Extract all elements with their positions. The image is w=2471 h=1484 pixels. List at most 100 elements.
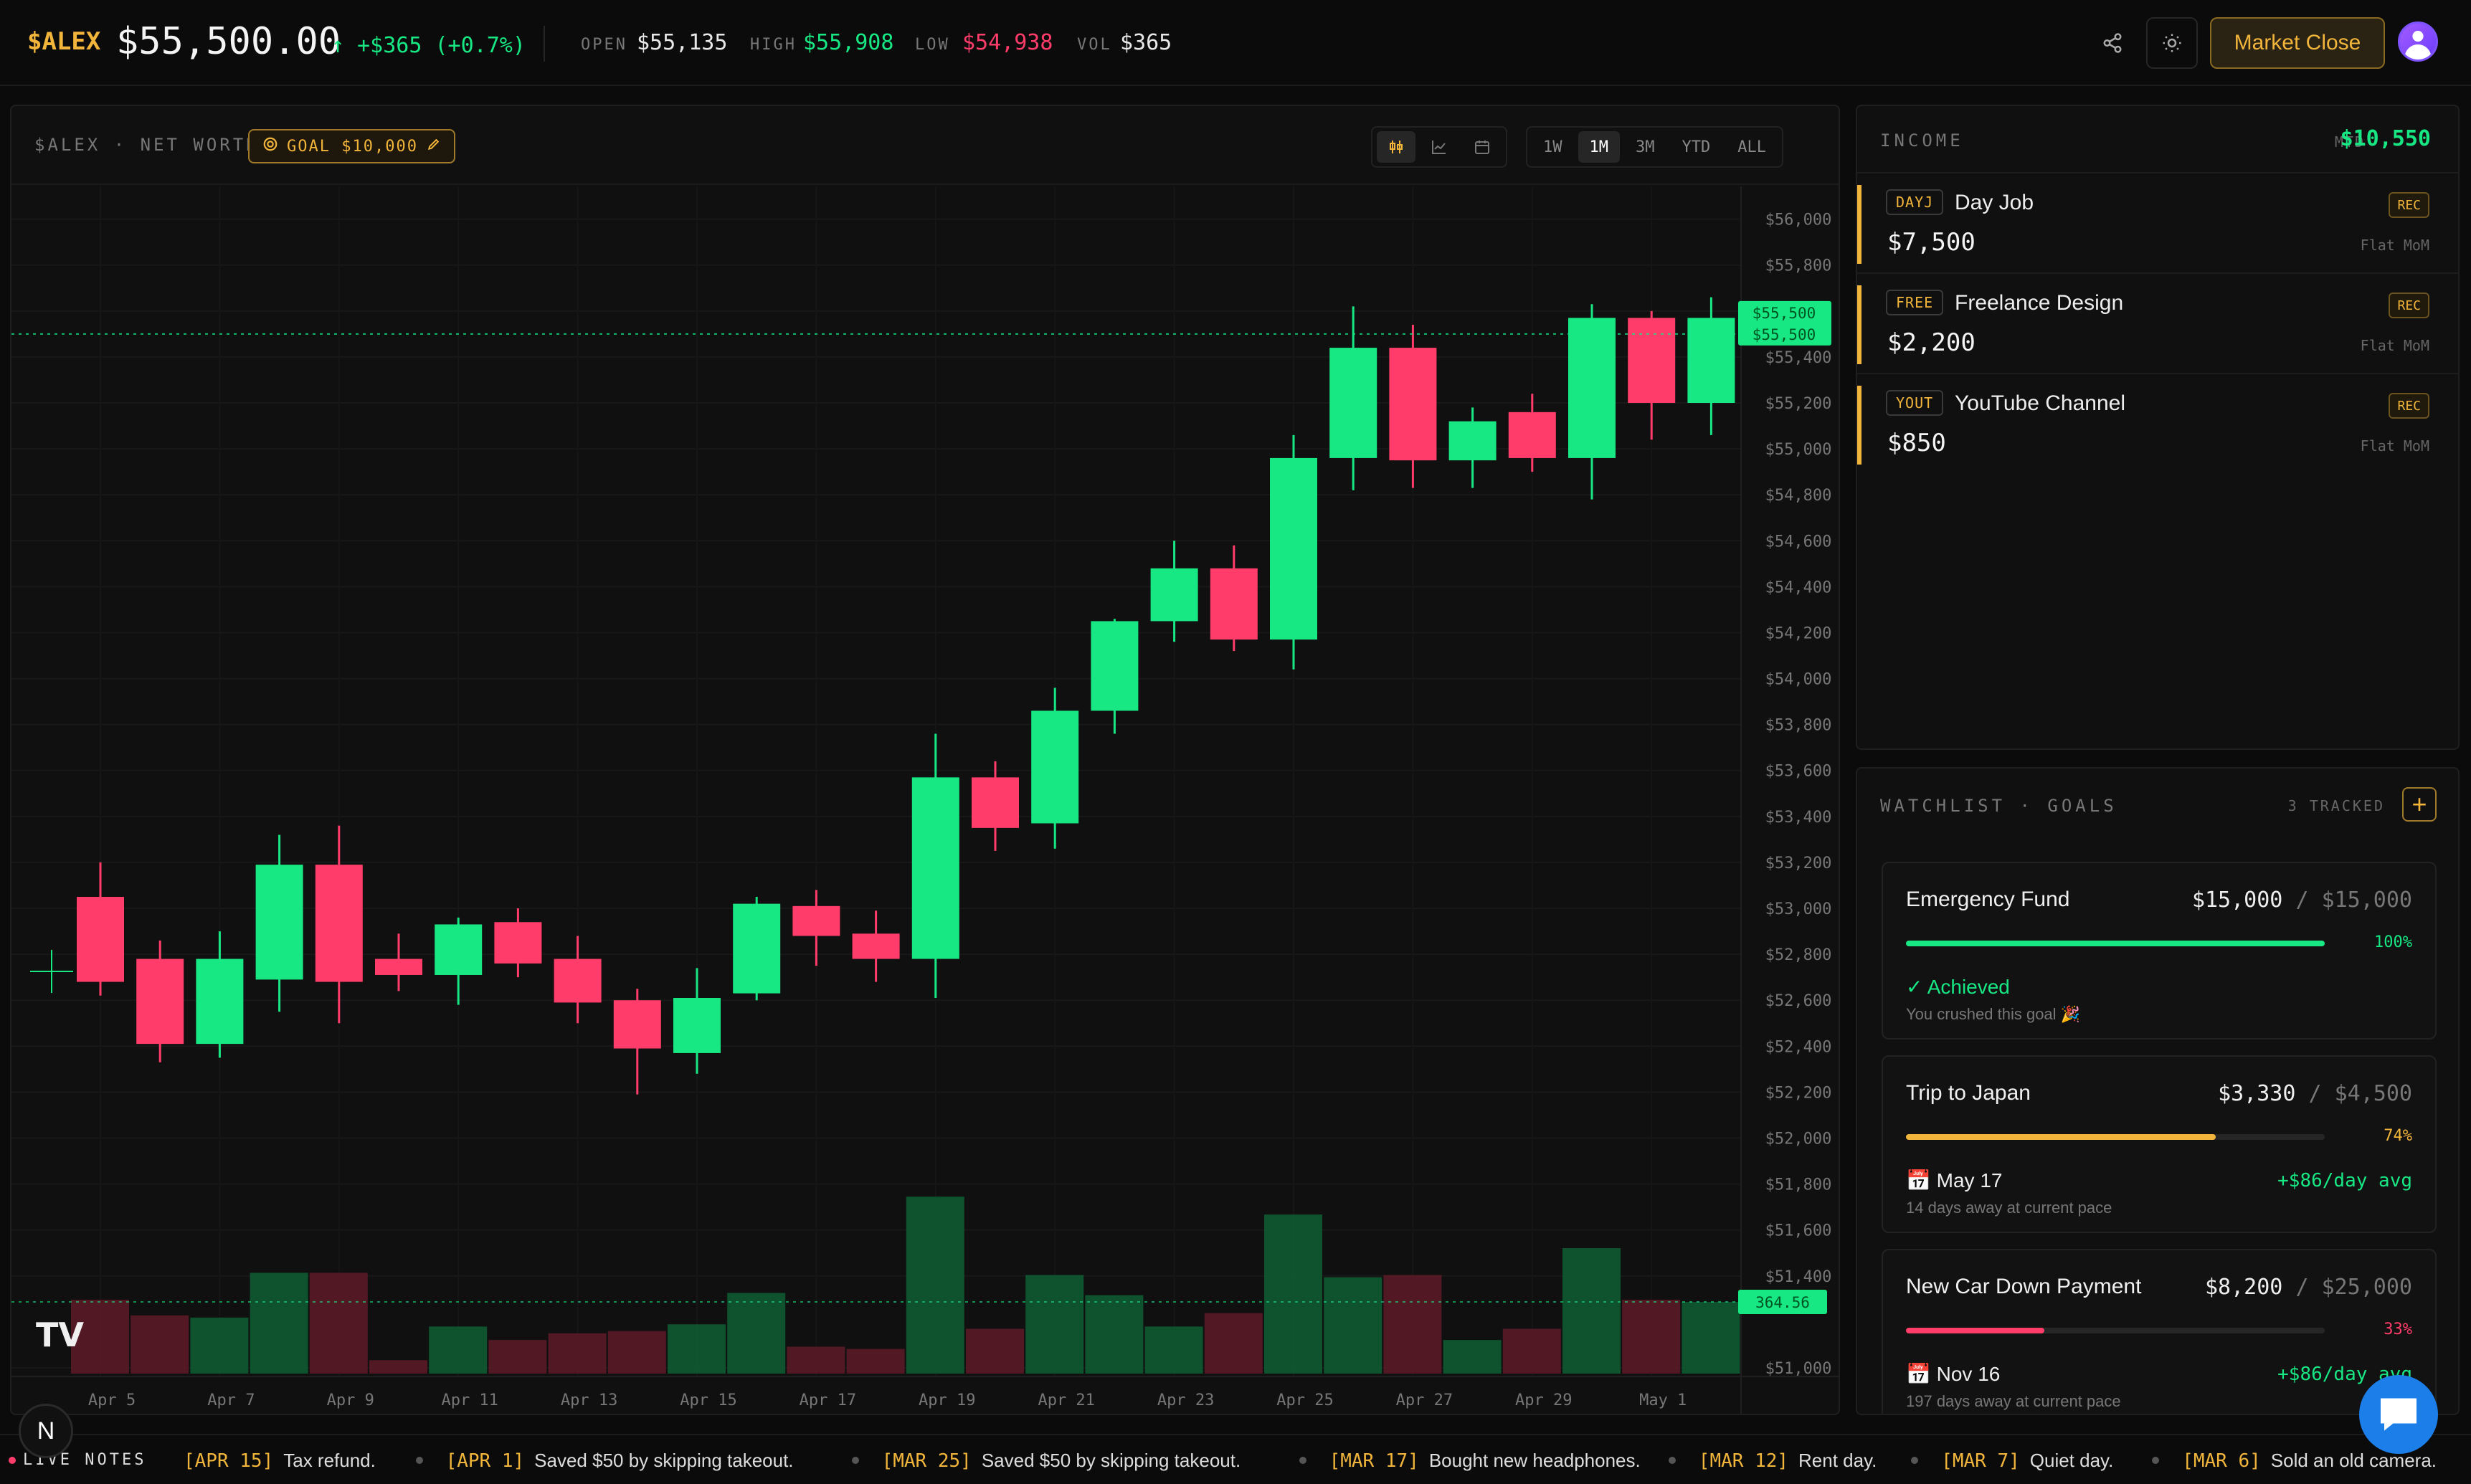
divider (544, 26, 545, 62)
high-value: $55,908 (803, 30, 894, 55)
goal-subtext: 197 days away at current pace (1906, 1392, 2121, 1410)
volume-bar (607, 1331, 666, 1374)
range-1m[interactable]: 1M (1578, 131, 1620, 163)
candle-body (852, 933, 900, 959)
candle-body (1270, 457, 1317, 640)
goal-chip-label: GOAL $10,000 (287, 137, 418, 156)
y-tick-label: $55,800 (1765, 257, 1832, 275)
volume-bar (1144, 1326, 1203, 1374)
income-amount: $850 (1887, 429, 1946, 457)
y-tick-label: $51,600 (1765, 1222, 1832, 1240)
live-note-text: Rent day. (1798, 1450, 1877, 1471)
goal-amount: $15,000 / $15,000 (2191, 888, 2412, 913)
y-tick-label: $51,800 (1765, 1176, 1832, 1194)
income-panel: INCOME MTD $10,550 DAYJ Day Job $7,500 R… (1856, 105, 2460, 750)
volume-bar (846, 1349, 905, 1374)
income-tag: DAYJ (1886, 189, 1944, 215)
pencil-icon[interactable] (427, 137, 441, 156)
goal-card[interactable]: Trip to Japan $3,330 / $4,500 74% 📅 May … (1882, 1055, 2437, 1233)
y-tick-label: $54,400 (1765, 579, 1832, 596)
goal-percent: 33% (2384, 1321, 2412, 1338)
goal-amount: $3,330 / $4,500 (2218, 1081, 2412, 1106)
income-row[interactable]: DAYJ Day Job $7,500 REC Flat MoM (1857, 175, 2458, 274)
candle-body (911, 777, 959, 959)
income-trend: Flat MoM (2360, 337, 2429, 354)
volume-bar (190, 1317, 249, 1374)
goal-progress-fill (1906, 1134, 2216, 1140)
goal-card[interactable]: Emergency Fund $15,000 / $15,000 100% ✓ … (1882, 862, 2437, 1040)
candle-body (1628, 318, 1676, 404)
volume-bar (369, 1360, 427, 1374)
goal-name: Emergency Fund (1906, 888, 2070, 911)
volume-bar (309, 1273, 368, 1374)
net-worth-label: $ALEX · NET WORTH (34, 135, 260, 155)
x-tick-label: Apr 29 (1515, 1392, 1572, 1409)
goal-amount: $8,200 / $25,000 (2205, 1275, 2412, 1300)
volume-bar (1682, 1302, 1740, 1374)
note-separator (2152, 1457, 2160, 1464)
goal-card[interactable]: New Car Down Payment $8,200 / $25,000 33… (1882, 1249, 2437, 1414)
candle-body (1687, 318, 1735, 404)
avatar[interactable] (2398, 22, 2438, 62)
volume-bar (906, 1197, 964, 1374)
goal-status: 📅 Nov 16 (1906, 1363, 2001, 1385)
live-note-text: Quiet day. (2029, 1450, 2114, 1471)
candle-body (435, 924, 483, 975)
volume-bar (1443, 1340, 1502, 1374)
volume-bar (1622, 1299, 1681, 1374)
add-goal-button[interactable]: + (2402, 787, 2437, 822)
open-label: OPEN (581, 36, 627, 54)
tracked-count: 3 TRACKED (2287, 797, 2385, 814)
range-all[interactable]: ALL (1726, 131, 1778, 163)
goal-name: New Car Down Payment (1906, 1275, 2142, 1298)
range-1w[interactable]: 1W (1532, 131, 1574, 163)
candle-body (1448, 421, 1497, 461)
live-note: [APR 15] Tax refund. (184, 1450, 376, 1472)
income-accent-bar (1857, 386, 1861, 465)
note-separator (415, 1457, 423, 1464)
volume-bar (131, 1315, 189, 1374)
range-switch: 1W 1M 3M YTD ALL (1526, 126, 1783, 168)
candlestick-icon[interactable] (1377, 131, 1415, 163)
n-logo[interactable]: N (19, 1404, 73, 1458)
live-note-date: [MAR 17] (1329, 1450, 1419, 1472)
chart-panel: $ALEX · NET WORTH GOAL $10,000 1W 1M 3M … (10, 105, 1840, 1415)
share-icon[interactable] (2087, 17, 2138, 69)
chat-button[interactable] (2359, 1375, 2438, 1454)
goals-title: WATCHLIST · GOALS (1880, 796, 2117, 816)
income-row[interactable]: YOUT YouTube Channel $850 REC Flat MoM (1857, 376, 2458, 475)
live-note-text: Saved $50 by skipping takeout. (981, 1450, 1241, 1471)
live-note-date: [MAR 25] (881, 1450, 972, 1472)
volume-bar (1025, 1275, 1084, 1374)
open-value: $55,135 (637, 30, 728, 55)
x-tick-label: Apr 27 (1396, 1392, 1453, 1409)
x-tick-label: Apr 23 (1157, 1392, 1214, 1409)
chat-icon (2381, 1398, 2417, 1431)
candle-body (136, 959, 184, 1045)
calendar-icon[interactable] (1463, 131, 1502, 163)
line-chart-icon[interactable] (1420, 131, 1459, 163)
live-note: [MAR 7] Quiet day. (1941, 1450, 2113, 1472)
range-3m[interactable]: 3M (1624, 131, 1666, 163)
goal-chip[interactable]: GOAL $10,000 (248, 129, 455, 163)
income-name: Freelance Design (1955, 291, 2124, 315)
income-row[interactable]: FREE Freelance Design $2,200 REC Flat Mo… (1857, 275, 2458, 374)
candle-body (494, 922, 542, 964)
market-close-button[interactable]: Market Close (2210, 17, 2385, 69)
goal-progress-track (1906, 1328, 2325, 1333)
low-label: LOW (915, 36, 950, 54)
mtd-value: $10,550 (2340, 126, 2431, 151)
x-tick-label: Apr 17 (800, 1392, 856, 1409)
candlestick-chart[interactable]: $56,000$55,800$55,600$55,400$55,200$55,0… (11, 186, 1840, 1415)
x-tick-label: Apr 21 (1038, 1392, 1094, 1409)
volume-bar (250, 1273, 308, 1374)
y-tick-label: $53,200 (1765, 855, 1832, 872)
top-bar: $ALEX $55,500.00 ↑ +$365 (+0.7%) OPEN $5… (0, 0, 2471, 86)
range-ytd[interactable]: YTD (1671, 131, 1722, 163)
divider (1857, 172, 2458, 173)
volume-bar (488, 1340, 547, 1374)
income-trend: Flat MoM (2360, 437, 2429, 455)
sun-icon[interactable] (2146, 17, 2198, 69)
income-tag: FREE (1886, 290, 1944, 315)
volume-bar (787, 1346, 845, 1374)
